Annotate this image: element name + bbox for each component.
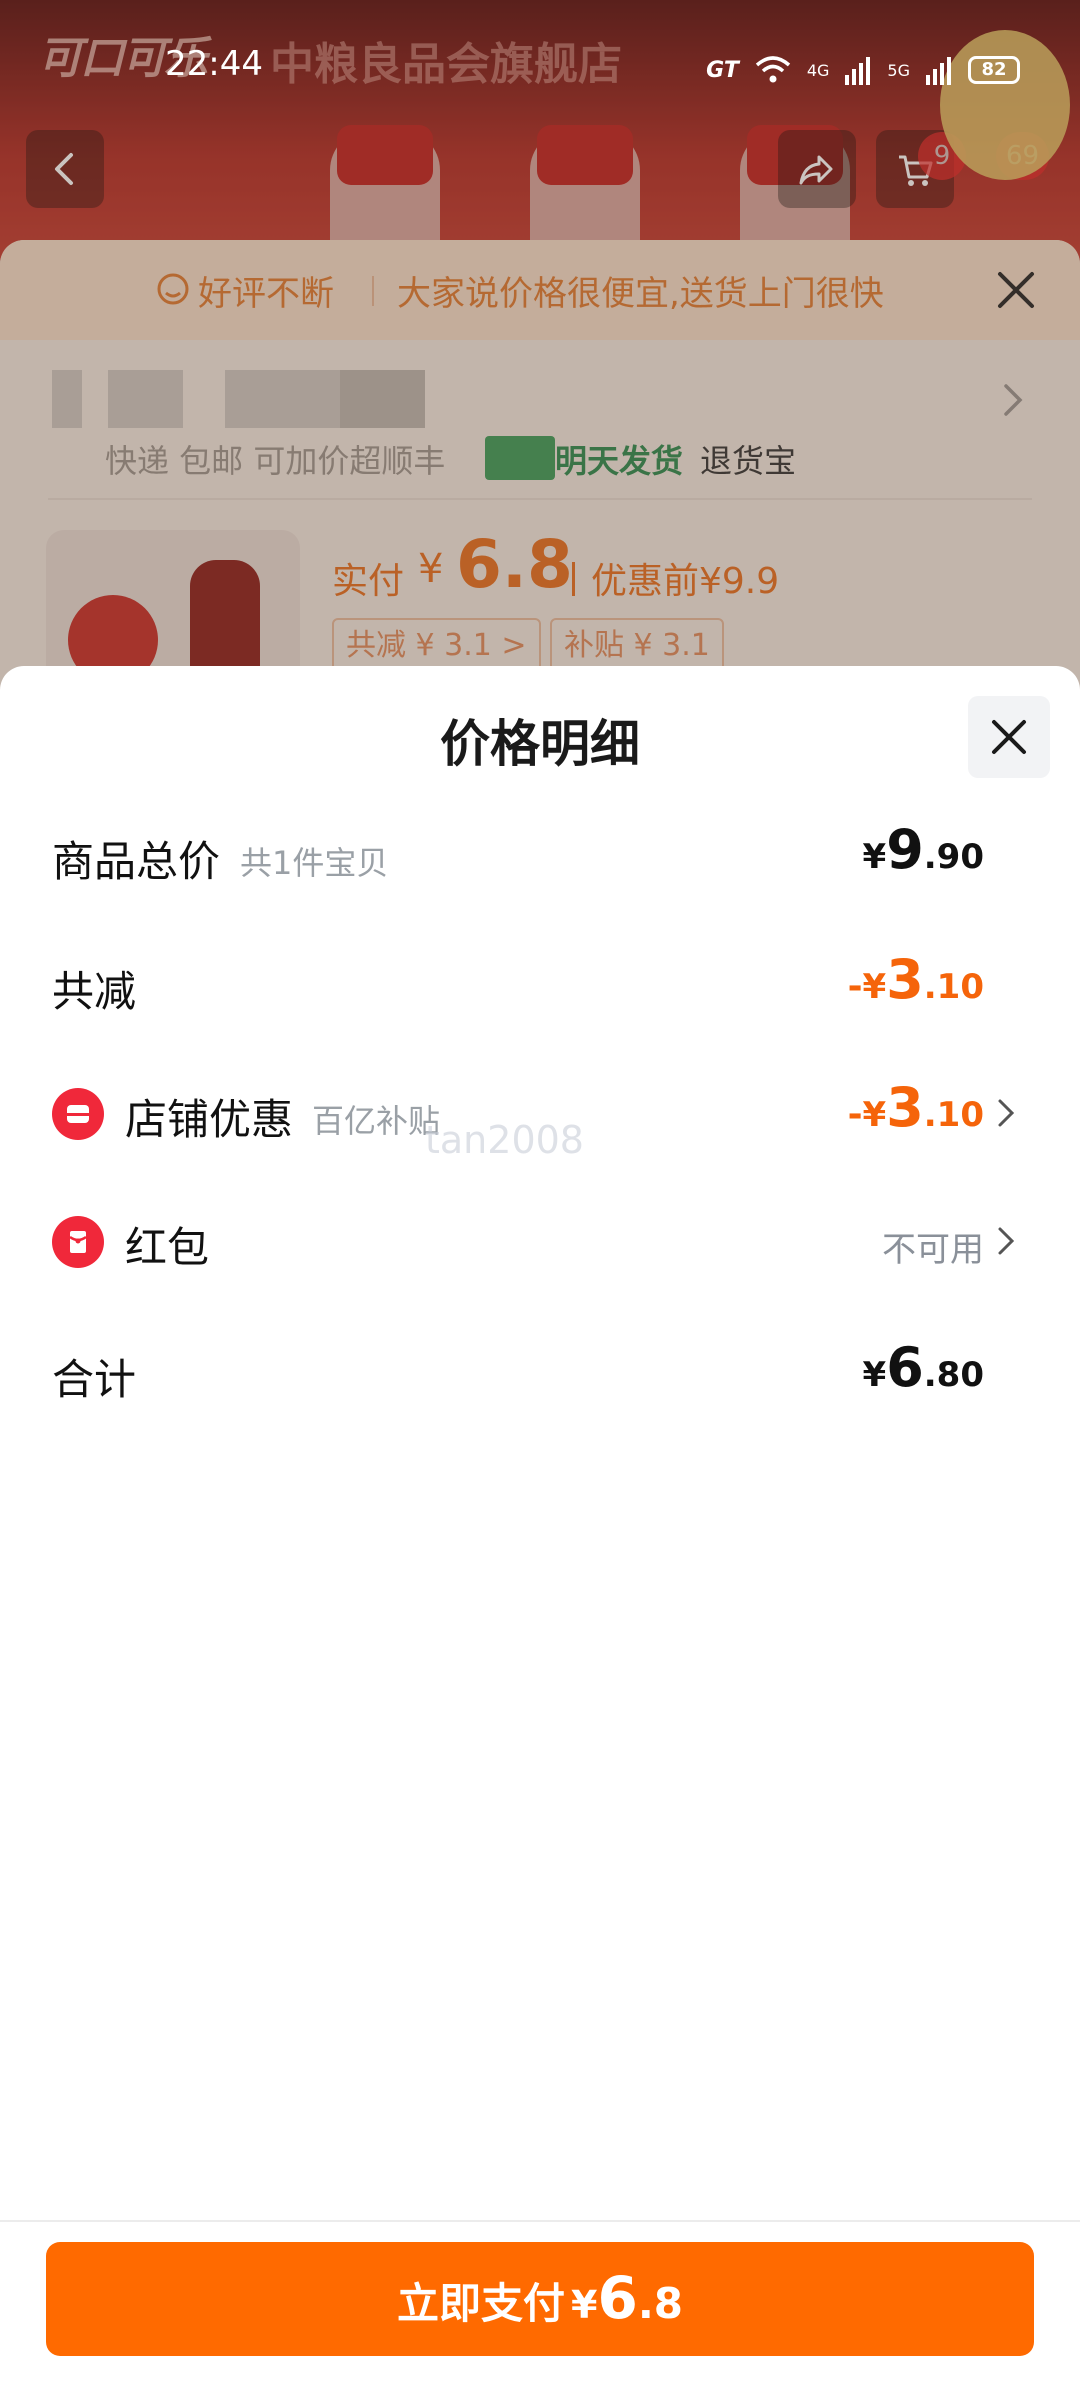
price-decimal: .10 [923,967,984,1007]
row-total-reduce: 共减 - ¥ 3 .10 [0,938,1080,1028]
chevron-right-icon [998,1227,1015,1255]
minus-sign: - [847,966,863,1007]
price-integer: 6 [597,2264,638,2332]
row-red-packet[interactable]: 红包 不可用 [0,1194,1080,1284]
screen: 可口可乐 中粮良品会旗舰店 9 好评不断 大家说价格很便宜,送货上门很快 快递 … [0,0,1080,2400]
pay-button-label: 立即支付 [396,2279,565,2328]
price-value: ¥ 6 .80 [863,1336,984,1399]
status-bar: 22:44 GT 4G 5G 82 [0,0,1080,100]
price-integer: 3 [886,948,924,1011]
row-goods-total: 商品总价 共1件宝贝 ¥ 9 .90 [0,808,1080,898]
price-value: ¥ 9 .90 [863,818,984,881]
wifi-icon [755,56,790,83]
row-label: 合计 [52,1355,137,1404]
currency-symbol: ¥ [862,837,887,877]
row-sum-total: 合计 ¥ 6 .80 [0,1326,1080,1416]
minus-sign: - [847,1094,863,1135]
price-value: - ¥ 3 .10 [848,948,984,1011]
price-detail-sheet: 价格明细 商品总价 共1件宝贝 ¥ 9 .90 共减 - ¥ 3 .10 店铺优… [0,666,1080,2400]
price-decimal: .80 [923,1355,984,1395]
red-packet-status: 不可用 [882,1230,984,1270]
currency-symbol: ¥ [862,967,887,1007]
gt-icon: GT [706,57,739,83]
pay-now-button[interactable]: 立即支付 ¥ 6 .8 [46,2242,1034,2356]
watermark: tan2008 [425,1118,584,1162]
row-sub-label: 共1件宝贝 [240,844,389,882]
store-coupon-icon [52,1088,104,1140]
status-icons: GT 4G 5G 82 [706,50,1020,90]
currency-symbol: ¥ [571,2283,598,2327]
status-time: 22:44 [165,44,263,84]
price-decimal: .10 [923,1095,984,1135]
red-packet-icon [52,1216,104,1268]
close-button[interactable] [968,696,1050,778]
currency-symbol: ¥ [862,1355,887,1395]
row-label: 红包 [125,1223,210,1272]
row-label: 共减 [52,967,137,1016]
currency-symbol: ¥ [862,1095,887,1135]
battery-icon: 82 [968,56,1020,84]
signal-icon [926,57,951,85]
divider [0,2220,1080,2222]
price-integer: 9 [886,818,924,881]
price-decimal: .8 [637,2279,683,2328]
price-value: - ¥ 3 .10 [848,1076,984,1139]
row-label: 店铺优惠 [125,1095,294,1144]
row-sub-label: 百亿补贴 [312,1102,441,1140]
signal-5g-label: 5G [887,60,910,80]
row-label: 商品总价 [52,837,221,886]
price-decimal: .90 [923,837,984,877]
close-icon [992,720,1026,754]
chevron-right-icon [998,1099,1015,1127]
signal-icon [845,57,871,85]
sheet-title: 价格明细 [440,715,640,773]
price-integer: 3 [886,1076,924,1139]
signal-4g-label: 4G [806,60,830,80]
price-integer: 6 [886,1336,924,1399]
